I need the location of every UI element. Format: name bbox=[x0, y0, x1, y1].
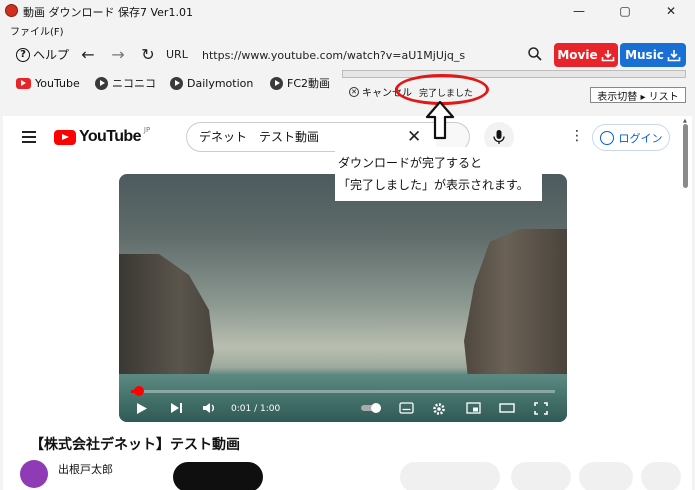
region-label: JP bbox=[143, 126, 151, 134]
play-circle-icon bbox=[95, 76, 108, 90]
bookmark-dailymotion[interactable]: Dailymotion bbox=[170, 75, 253, 91]
reload-icon: ↻ bbox=[141, 44, 155, 64]
avatar[interactable] bbox=[20, 460, 48, 488]
annotation-line-1: ダウンロードが完了すると bbox=[338, 156, 483, 170]
download-progress-bar bbox=[342, 70, 686, 78]
video-frame-sea bbox=[119, 374, 567, 422]
movie-label: Movie bbox=[557, 48, 598, 62]
arrow-left-icon: ← bbox=[81, 44, 95, 64]
back-button[interactable]: ← bbox=[78, 44, 98, 64]
window-title: 動画 ダウンロード 保存7 Ver1.01 bbox=[23, 6, 193, 19]
share-button[interactable] bbox=[511, 462, 571, 490]
next-button[interactable] bbox=[170, 402, 183, 414]
title-bar: 動画 ダウンロード 保存7 Ver1.01 — ▢ ✕ bbox=[0, 0, 695, 22]
account-icon bbox=[599, 130, 614, 145]
youtube-logo[interactable]: YouTube JP bbox=[54, 126, 151, 146]
cancel-icon: ✕ bbox=[349, 86, 359, 97]
video-title: 【株式会社デネット】テスト動画 bbox=[30, 437, 240, 453]
play-circle-icon bbox=[270, 76, 283, 90]
theater-icon bbox=[499, 403, 515, 413]
video-frame-cliff-right bbox=[464, 229, 567, 389]
annotation-note: ダウンロードが完了すると 「完了しました」が表示されます。 bbox=[335, 147, 542, 201]
youtube-icon bbox=[54, 129, 76, 145]
autoplay-icon bbox=[361, 403, 381, 413]
play-circle-icon bbox=[170, 76, 183, 90]
help-button[interactable]: ? ヘルプ bbox=[16, 46, 69, 63]
fullscreen-icon bbox=[534, 402, 548, 415]
settings-button[interactable] bbox=[432, 402, 446, 416]
play-icon bbox=[137, 403, 147, 414]
search-icon[interactable] bbox=[527, 46, 543, 62]
download-icon bbox=[667, 49, 681, 61]
reload-button[interactable]: ↻ bbox=[138, 44, 158, 64]
clear-icon[interactable]: ✕ bbox=[407, 127, 421, 147]
theater-mode-button[interactable] bbox=[499, 402, 515, 414]
menu-bar: ファイル(F) bbox=[0, 22, 695, 38]
subtitles-button[interactable] bbox=[399, 402, 414, 414]
volume-button[interactable] bbox=[202, 402, 216, 414]
login-button[interactable]: ログイン bbox=[592, 124, 670, 151]
video-time: 0:01 / 1:00 bbox=[231, 404, 281, 414]
bookmark-fc2[interactable]: FC2動画 bbox=[270, 75, 330, 91]
help-icon: ? bbox=[16, 47, 30, 62]
miniplayer-icon bbox=[466, 402, 481, 414]
download-icon bbox=[601, 49, 614, 61]
menu-icon[interactable] bbox=[22, 131, 36, 143]
video-player[interactable]: 0:01 / 1:00 bbox=[119, 174, 567, 422]
browser-view[interactable]: YouTube JP デネット テスト動画 ✕ ⋮ ログイン ▲ 0:01 / … bbox=[3, 116, 692, 490]
bookmark-label: FC2動画 bbox=[287, 77, 331, 90]
help-label: ヘルプ bbox=[33, 48, 70, 62]
bookmark-label: Dailymotion bbox=[187, 76, 254, 90]
menu-file[interactable]: ファイル(F) bbox=[10, 23, 64, 38]
annotation-line-2: 「完了しました」が表示されます。 bbox=[338, 178, 529, 192]
fullscreen-button[interactable] bbox=[534, 402, 548, 415]
bookmark-youtube[interactable]: YouTube bbox=[16, 75, 80, 91]
movie-download-button[interactable]: Movie bbox=[554, 43, 618, 67]
more-button[interactable] bbox=[641, 462, 681, 490]
minimize-button[interactable]: — bbox=[556, 0, 602, 22]
video-frame-cliff-left bbox=[119, 254, 214, 394]
url-input[interactable] bbox=[196, 43, 551, 67]
arrow-right-icon: → bbox=[111, 44, 125, 64]
volume-icon bbox=[203, 403, 214, 413]
maximize-button[interactable]: ▢ bbox=[602, 0, 648, 22]
play-button[interactable] bbox=[136, 402, 148, 415]
youtube-icon bbox=[16, 77, 31, 89]
microphone-icon bbox=[493, 130, 505, 144]
bookmark-label: ニコニコ bbox=[112, 77, 156, 90]
video-progress-bar[interactable] bbox=[131, 386, 555, 396]
arrow-up-icon bbox=[425, 100, 455, 140]
bookmark-niconico[interactable]: ニコニコ bbox=[95, 75, 156, 91]
download-button[interactable] bbox=[579, 462, 633, 490]
autoplay-toggle[interactable] bbox=[360, 402, 384, 414]
miniplayer-button[interactable] bbox=[466, 402, 481, 414]
channel-name[interactable]: 出根戸太郎 bbox=[58, 461, 113, 477]
gear-icon bbox=[433, 403, 445, 415]
login-label: ログイン bbox=[618, 131, 663, 145]
music-download-button[interactable]: Music bbox=[620, 43, 686, 67]
url-label: URL bbox=[166, 48, 188, 61]
bookmark-label: YouTube bbox=[35, 76, 80, 90]
close-button[interactable]: ✕ bbox=[648, 0, 694, 22]
more-options-icon[interactable]: ⋮ bbox=[570, 128, 584, 144]
forward-button[interactable]: → bbox=[108, 44, 128, 64]
view-toggle-button[interactable]: 表示切替 ▸ リスト bbox=[590, 87, 686, 103]
subscribe-button[interactable] bbox=[173, 462, 263, 490]
like-button[interactable] bbox=[400, 462, 500, 490]
music-label: Music bbox=[625, 48, 664, 62]
subtitles-icon bbox=[399, 402, 414, 414]
scrollbar-thumb[interactable] bbox=[683, 124, 688, 188]
skip-next-icon bbox=[171, 403, 182, 413]
app-icon bbox=[5, 4, 18, 17]
youtube-logo-text: YouTube bbox=[79, 128, 141, 145]
